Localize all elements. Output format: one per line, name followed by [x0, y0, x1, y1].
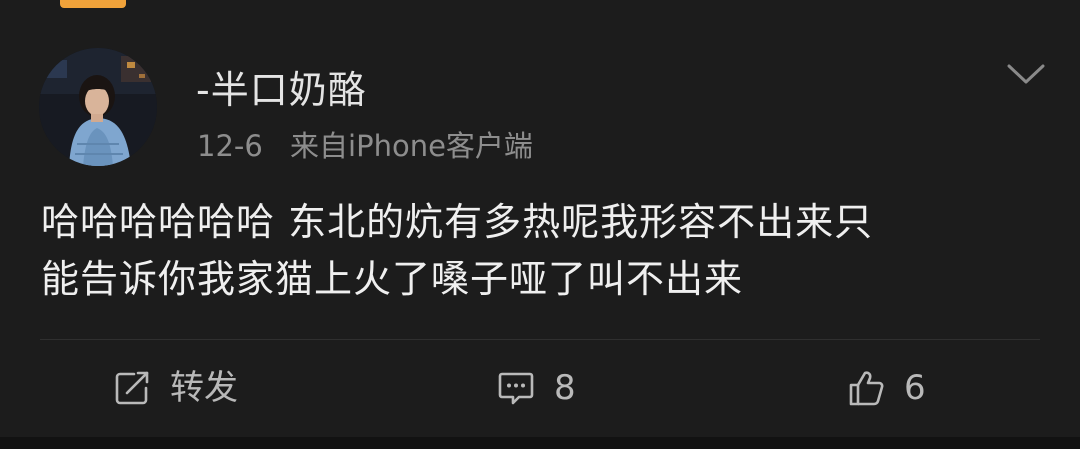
top-accent-bar [60, 0, 126, 8]
avatar[interactable] [39, 48, 157, 166]
post-source: 来自iPhone客户端 [290, 129, 533, 163]
weibo-post-card: -半口奶酪 12-6 来自iPhone客户端 哈哈哈哈哈哈 东北的炕有多热呢我形… [0, 0, 1080, 449]
share-icon [115, 371, 149, 405]
author-name[interactable]: -半口奶酪 [196, 62, 367, 118]
divider [40, 339, 1040, 340]
post-date: 12-6 [197, 129, 263, 163]
post-content-line: 能告诉你我家猫上火了嗓子哑了叫不出来 [41, 257, 744, 301]
bottom-separator [0, 437, 1080, 449]
forward-button[interactable]: 转发 [112, 360, 238, 416]
comment-icon [498, 372, 534, 405]
post-content: 哈哈哈哈哈哈 东北的炕有多热呢我形容不出来只 能告诉你我家猫上火了嗓子哑了叫不出… [41, 194, 1041, 308]
comment-count: 8 [554, 368, 576, 408]
post-meta: 12-6 来自iPhone客户端 [197, 124, 533, 168]
like-count: 6 [904, 368, 926, 408]
post-content-line: 哈哈哈哈哈哈 东北的炕有多热呢我形容不出来只 [41, 200, 874, 244]
forward-label: 转发 [170, 368, 238, 408]
chevron-down-icon[interactable] [1003, 58, 1049, 90]
thumbs-up-icon [849, 371, 884, 406]
user-avatar-photo-icon [39, 48, 157, 166]
like-button[interactable]: 6 [846, 360, 926, 416]
comment-button[interactable]: 8 [496, 360, 576, 416]
